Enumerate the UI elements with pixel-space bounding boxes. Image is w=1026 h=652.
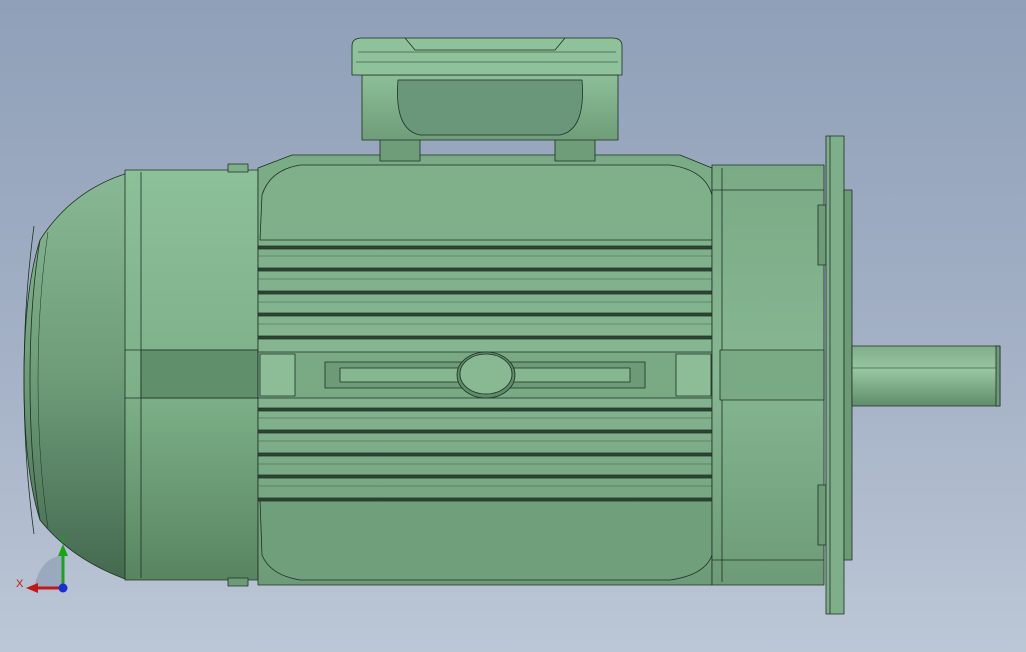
terminal-box[interactable]	[351, 37, 623, 162]
nameplate-boss	[456, 351, 516, 399]
mounting-flange[interactable]	[825, 135, 853, 615]
front-end-shield[interactable]	[711, 164, 827, 586]
triad-z-axis	[58, 583, 68, 593]
coordinate-triad: Y X	[16, 534, 68, 593]
triad-y-label: Y	[59, 534, 67, 546]
fan-cover-cap[interactable]	[23, 172, 129, 581]
fan-cover[interactable]	[124, 163, 259, 587]
cad-graphics-viewport[interactable]: Y X	[0, 0, 1026, 652]
output-shaft[interactable]	[851, 345, 1001, 407]
motor-model[interactable]	[23, 37, 1001, 615]
stator-housing[interactable]	[257, 154, 713, 586]
triad-x-label: X	[16, 578, 24, 590]
